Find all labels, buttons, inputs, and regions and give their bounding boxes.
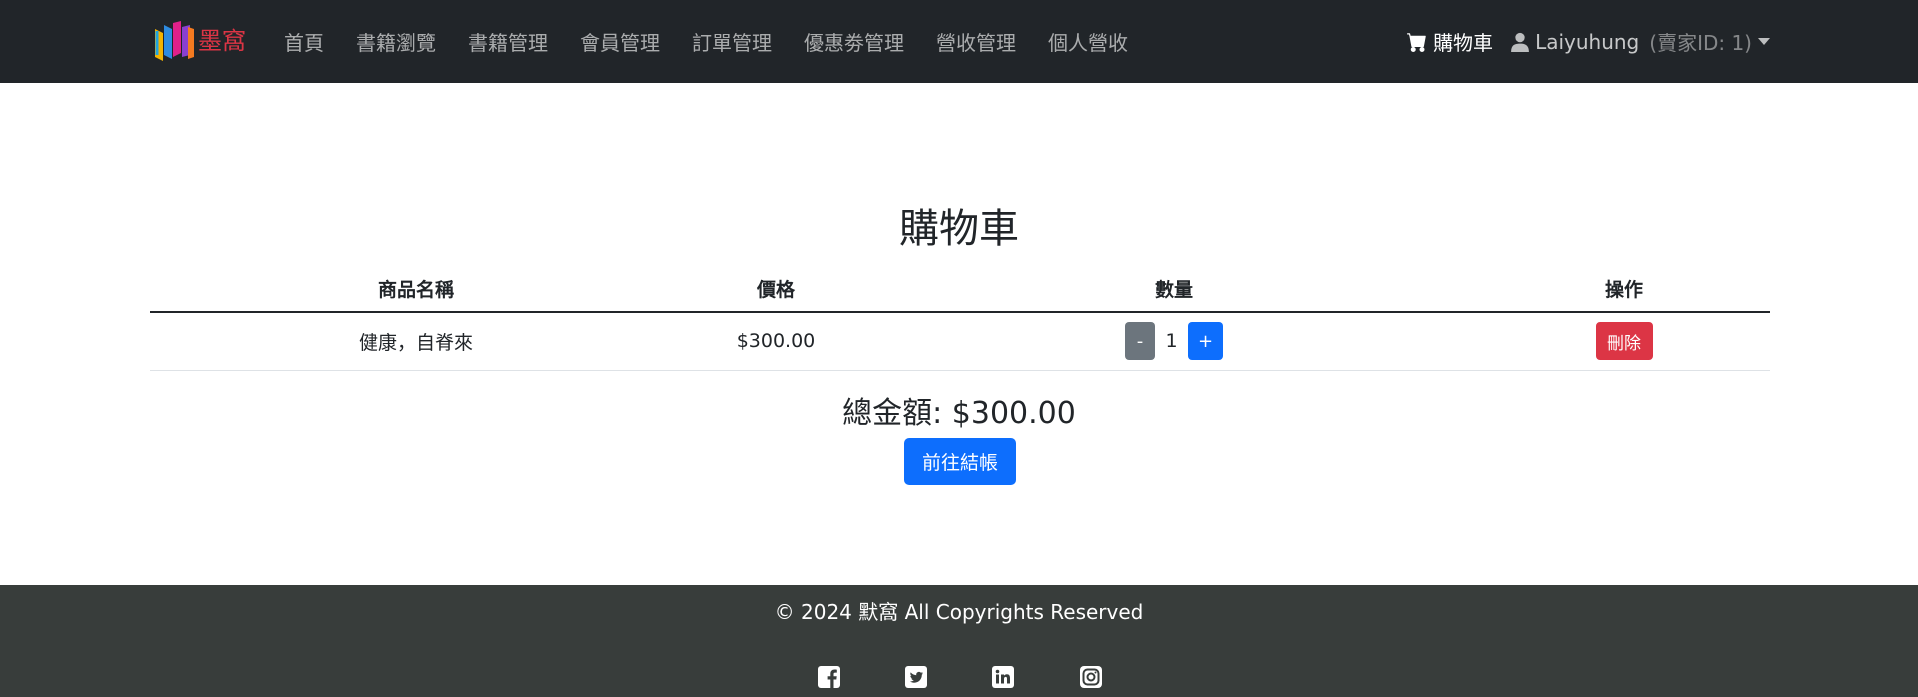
page-title: 購物車 xyxy=(899,206,1019,252)
nav-item-browse-books[interactable]: 書籍瀏覽 xyxy=(340,27,452,56)
header-actions: 操作 xyxy=(1478,265,1770,313)
cart-table: 商品名稱 價格 數量 操作 健康，自脊來 $300.00 - 1 + 刪除 xyxy=(150,265,1770,371)
delete-button[interactable]: 刪除 xyxy=(1595,322,1653,361)
nav-item-order-management[interactable]: 訂單管理 xyxy=(676,27,788,56)
table-row: 健康，自脊來 $300.00 - 1 + 刪除 xyxy=(150,312,1770,371)
total-amount: 總金額: $300.00 xyxy=(842,396,1076,431)
increase-quantity-button[interactable]: + xyxy=(1188,322,1223,361)
seller-id: (賣家ID: 1) xyxy=(1649,31,1752,55)
instagram-icon[interactable] xyxy=(1079,665,1103,689)
header-price: 價格 xyxy=(682,265,870,313)
shopping-cart-icon xyxy=(1407,32,1426,52)
top-navbar: 墨窩 首頁 書籍瀏覽 書籍管理 會員管理 訂單管理 優惠劵管理 營收管理 個人營… xyxy=(0,0,1918,83)
facebook-icon[interactable] xyxy=(817,665,841,689)
cart-link[interactable]: 購物車 xyxy=(1407,27,1493,56)
chevron-down-icon xyxy=(1758,38,1770,45)
product-price: $300.00 xyxy=(682,312,870,371)
brand[interactable]: 墨窩 xyxy=(152,19,246,63)
nav-right: 購物車 Laiyuhung (賣家ID: 1) xyxy=(1407,0,1770,83)
quantity-cell: - 1 + xyxy=(870,312,1478,371)
header-product-name: 商品名稱 xyxy=(150,265,682,313)
user-name: Laiyuhung xyxy=(1535,29,1640,54)
copyright-text: © 2024 默窩 All Copyrights Reserved xyxy=(774,600,1144,624)
brand-name: 墨窩 xyxy=(198,27,246,55)
nav-item-book-management[interactable]: 書籍管理 xyxy=(452,27,564,56)
nav-item-member-management[interactable]: 會員管理 xyxy=(564,27,676,56)
quantity-value: 1 xyxy=(1165,330,1178,353)
linkedin-icon[interactable] xyxy=(991,665,1015,689)
header-quantity: 數量 xyxy=(870,265,1478,313)
nav-item-revenue-management[interactable]: 營收管理 xyxy=(920,27,1032,56)
checkout-button[interactable]: 前往結帳 xyxy=(904,438,1016,485)
table-header-row: 商品名稱 價格 數量 操作 xyxy=(150,265,1770,313)
actions-cell: 刪除 xyxy=(1478,312,1770,371)
product-name: 健康，自脊來 xyxy=(150,312,682,371)
decrease-quantity-button[interactable]: - xyxy=(1125,322,1155,361)
twitter-icon[interactable] xyxy=(904,665,928,689)
main-nav: 首頁 書籍瀏覽 書籍管理 會員管理 訂單管理 優惠劵管理 營收管理 個人營收 xyxy=(268,0,1144,83)
nav-item-personal-revenue[interactable]: 個人營收 xyxy=(1032,27,1144,56)
footer: © 2024 默窩 All Copyrights Reserved xyxy=(0,585,1918,697)
book-logo-icon xyxy=(155,21,194,61)
cart-label: 購物車 xyxy=(1433,31,1494,55)
user-icon xyxy=(1511,32,1529,52)
user-dropdown[interactable]: Laiyuhung (賣家ID: 1) xyxy=(1511,27,1770,56)
quantity-stepper: - 1 + xyxy=(1125,322,1223,361)
nav-item-coupon-management[interactable]: 優惠劵管理 xyxy=(788,27,920,56)
nav-item-home[interactable]: 首頁 xyxy=(268,27,340,56)
